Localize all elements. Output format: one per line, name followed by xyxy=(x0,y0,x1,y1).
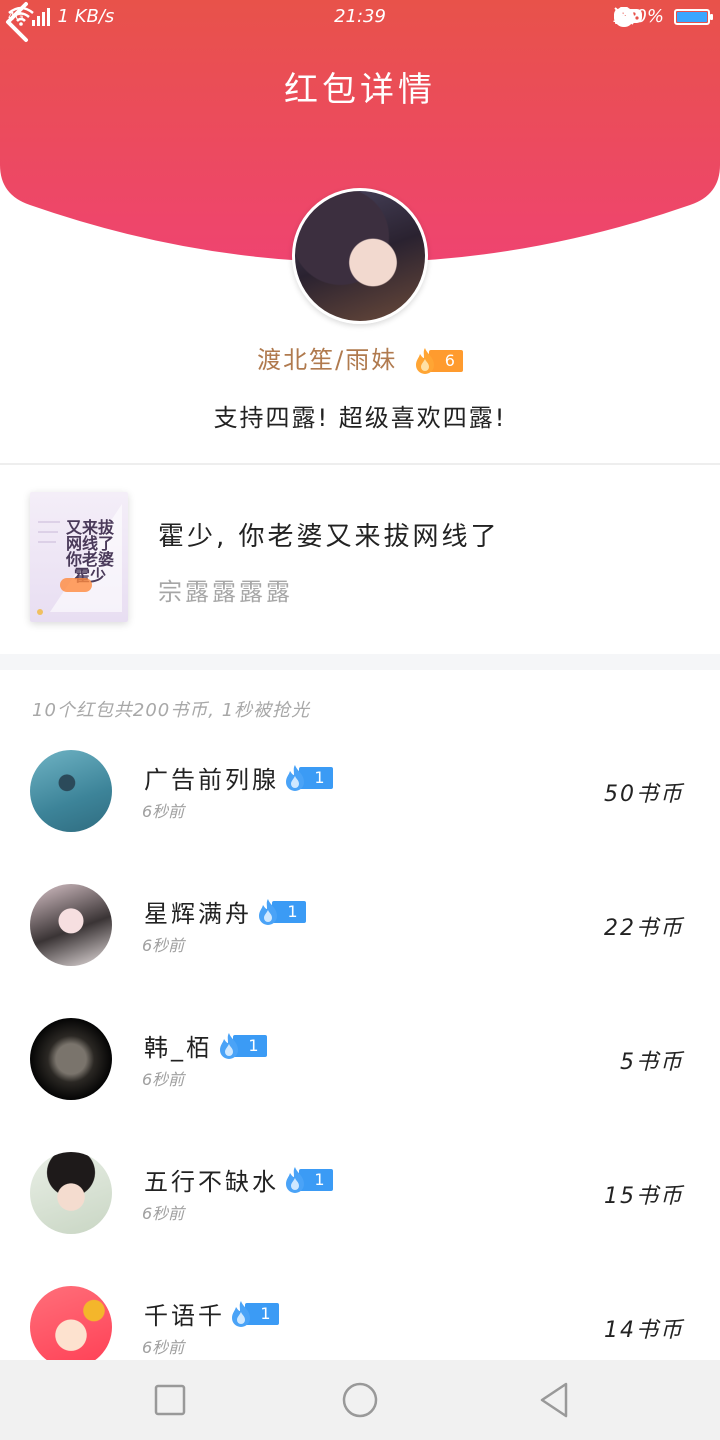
claim-time: 6秒前 xyxy=(142,1338,185,1357)
book-cover-stamp xyxy=(60,578,92,592)
claim-time: 6秒前 xyxy=(142,1204,185,1223)
user-level-badge: 1 xyxy=(217,1032,267,1059)
sender-info: 渡北笙/雨妹 6 xyxy=(0,340,720,375)
claim-amount: 14书币 xyxy=(604,1318,684,1343)
book-title[interactable]: 霍少, 你老婆又来拔网线了 xyxy=(158,516,500,553)
user-name[interactable]: 星辉满舟 xyxy=(144,894,252,929)
user-level-badge: 1 xyxy=(283,764,333,791)
redpacket-summary: 10个红包共200书币, 1秒被抢光 xyxy=(32,700,311,721)
page-title: 红包详情 xyxy=(284,70,436,110)
system-nav-bar xyxy=(0,1360,720,1440)
claim-time: 6秒前 xyxy=(142,1070,185,1089)
user-name[interactable]: 五行不缺水 xyxy=(144,1162,279,1197)
status-bar: 4G 1 KB/s 21:39 xyxy=(0,0,720,36)
user-avatar[interactable] xyxy=(30,1286,112,1368)
list-item[interactable]: 广告前列腺 1 6秒前 50书币 xyxy=(0,722,720,856)
section-separator xyxy=(0,654,720,670)
back-nav-icon[interactable] xyxy=(534,1380,574,1420)
sender-avatar[interactable] xyxy=(292,188,428,324)
user-name[interactable]: 千语千 xyxy=(144,1296,225,1331)
claim-amount: 15书币 xyxy=(604,1184,684,1209)
user-name[interactable]: 广告前列腺 xyxy=(144,760,279,795)
book-cover-title: 又来拔网线了你老婆霍少 xyxy=(65,518,114,585)
user-name[interactable]: 韩_栢 xyxy=(144,1028,213,1063)
back-arrow-icon[interactable] xyxy=(0,0,40,44)
list-item[interactable]: 五行不缺水 1 6秒前 15书币 xyxy=(0,1124,720,1258)
user-avatar[interactable] xyxy=(30,884,112,966)
flame-icon xyxy=(415,348,434,374)
blessing-message: 支持四露! 超级喜欢四露! xyxy=(213,404,507,432)
claim-time: 6秒前 xyxy=(142,936,185,955)
user-level-badge: 1 xyxy=(229,1300,279,1327)
book-cover[interactable]: 又来拔网线了你老婆霍少 xyxy=(30,492,128,622)
list-item[interactable]: 星辉满舟 1 6秒前 22书币 xyxy=(0,856,720,990)
claim-amount: 22书币 xyxy=(604,916,684,941)
claim-amount: 5书币 xyxy=(620,1050,684,1075)
book-author: 宗露露露露 xyxy=(158,578,293,606)
rotation-lock-icon xyxy=(613,7,634,27)
flame-icon xyxy=(259,898,277,925)
battery-icon xyxy=(674,8,713,25)
book-card[interactable]: 又来拔网线了你老婆霍少 霍少, 你老婆又来拔网线了 宗露露露露 xyxy=(0,466,720,654)
claim-time: 6秒前 xyxy=(142,802,185,821)
sender-name[interactable]: 渡北笙/雨妹 xyxy=(257,346,397,374)
user-avatar[interactable] xyxy=(30,1018,112,1100)
recent-apps-icon[interactable] xyxy=(150,1380,190,1420)
flame-icon xyxy=(286,1166,304,1193)
divider xyxy=(0,463,720,465)
user-level-badge: 1 xyxy=(283,1166,333,1193)
home-icon[interactable] xyxy=(340,1380,380,1420)
list-item[interactable]: 韩_栢 1 6秒前 5书币 xyxy=(0,990,720,1124)
flame-icon xyxy=(232,1300,250,1327)
user-avatar[interactable] xyxy=(30,750,112,832)
sender-level-badge: 6 xyxy=(413,348,463,374)
flame-icon xyxy=(220,1032,238,1059)
claim-amount: 50书币 xyxy=(604,782,684,807)
user-level-badge: 1 xyxy=(256,898,306,925)
user-avatar[interactable] xyxy=(30,1152,112,1234)
flame-icon xyxy=(286,764,304,791)
